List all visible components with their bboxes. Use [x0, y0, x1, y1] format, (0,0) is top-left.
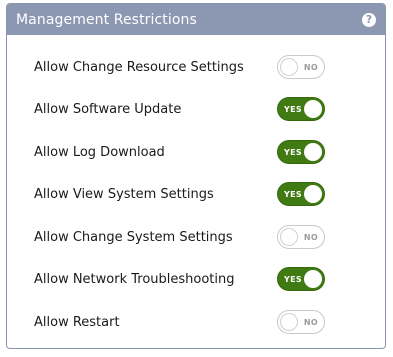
toggle-knob [304, 143, 322, 161]
setting-row-change-system-settings: Allow Change System Settings NO [7, 225, 385, 249]
setting-row-change-resource-settings: Allow Change Resource Settings NO [7, 55, 385, 79]
setting-row-software-update: Allow Software Update YES [7, 97, 385, 121]
setting-row-log-download: Allow Log Download YES [7, 140, 385, 164]
toggle-software-update[interactable]: YES [277, 97, 325, 121]
toggle-view-system-settings[interactable]: YES [277, 182, 325, 206]
toggle-network-troubleshooting[interactable]: YES [277, 267, 325, 291]
toggle-change-system-settings[interactable]: NO [277, 225, 325, 249]
setting-label: Allow Restart [34, 314, 120, 330]
toggle-change-resource-settings[interactable]: NO [277, 55, 325, 79]
toggle-state-text: NO [303, 232, 318, 242]
toggle-state-text: YES [284, 104, 302, 114]
toggle-state-text: YES [284, 274, 302, 284]
setting-row-network-troubleshooting: Allow Network Troubleshooting YES [7, 267, 385, 291]
setting-label: Allow View System Settings [34, 186, 214, 202]
toggle-knob [280, 58, 298, 76]
panel-header: Management Restrictions ? [7, 4, 385, 35]
setting-label: Allow Log Download [34, 144, 165, 160]
setting-label: Allow Software Update [34, 101, 182, 117]
toggle-restart[interactable]: NO [277, 310, 325, 334]
panel-title: Management Restrictions [16, 11, 197, 28]
setting-label: Allow Network Troubleshooting [34, 271, 235, 287]
toggle-log-download[interactable]: YES [277, 140, 325, 164]
help-icon[interactable]: ? [362, 12, 376, 27]
toggle-knob [280, 313, 298, 331]
setting-row-restart: Allow Restart NO [7, 310, 385, 334]
toggle-knob [304, 185, 322, 203]
setting-row-view-system-settings: Allow View System Settings YES [7, 182, 385, 206]
toggle-state-text: YES [284, 147, 302, 157]
toggle-knob [304, 270, 322, 288]
setting-label: Allow Change System Settings [34, 229, 233, 245]
toggle-state-text: NO [303, 317, 318, 327]
setting-label: Allow Change Resource Settings [34, 59, 244, 75]
toggle-knob [304, 100, 322, 118]
toggle-state-text: NO [303, 62, 318, 72]
toggle-knob [280, 228, 298, 246]
management-restrictions-panel: Management Restrictions ? Allow Change R… [6, 3, 386, 349]
toggle-state-text: YES [284, 189, 302, 199]
